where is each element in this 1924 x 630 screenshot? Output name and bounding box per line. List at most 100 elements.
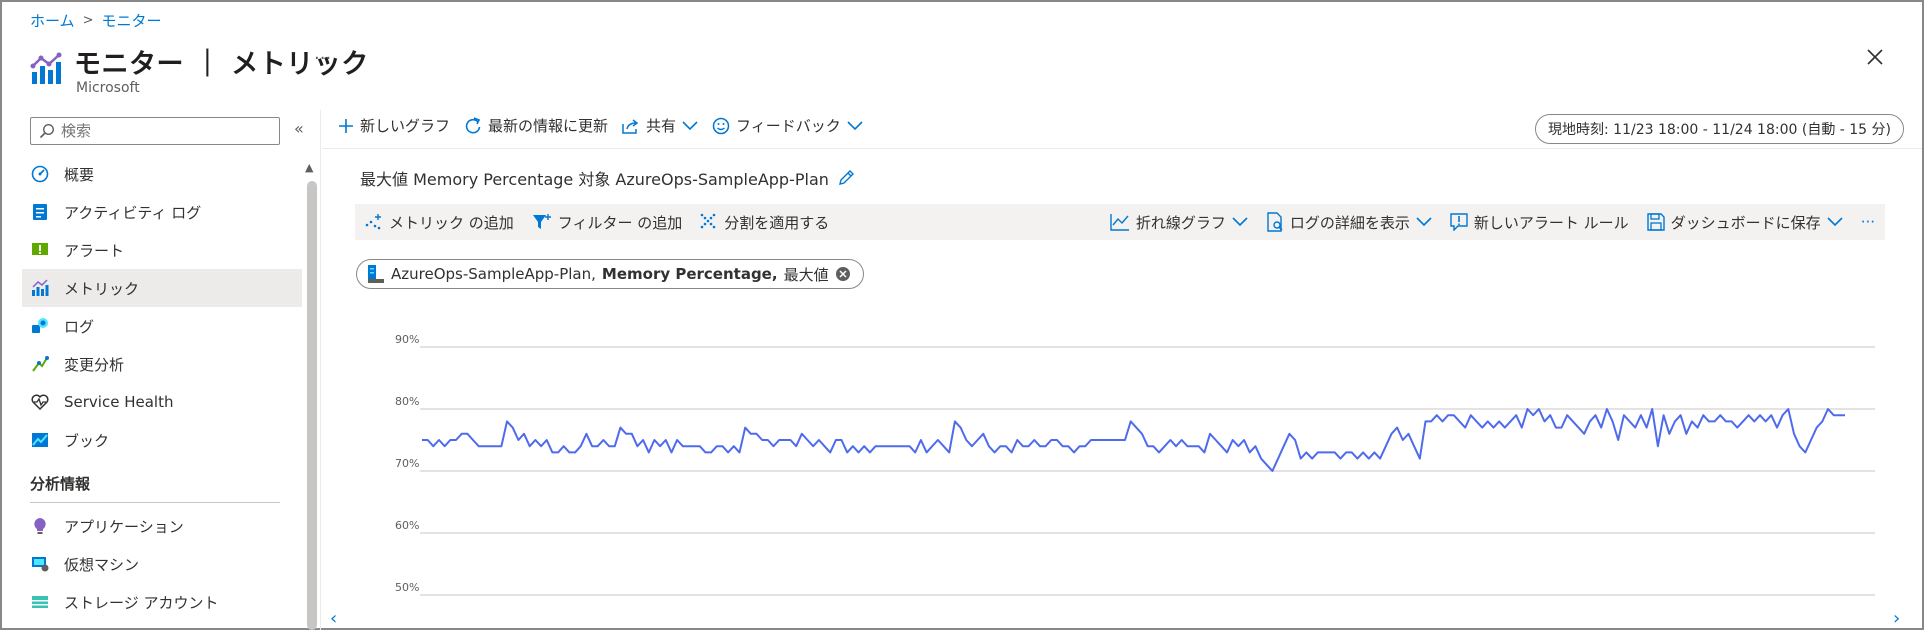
sidebar-section-insights: 分析情報 [30, 459, 280, 503]
chevron-down-icon [1416, 217, 1432, 227]
filter-icon [532, 214, 551, 229]
chart-type-label: 折れ線グラフ [1135, 213, 1226, 232]
feedback-button[interactable]: フィードバック [712, 115, 863, 136]
sidebar-item-storage-accounts[interactable]: ストレージ アカウント [22, 583, 302, 621]
sidebar-item-label: 変更分析 [64, 355, 125, 374]
activity-log-icon [30, 202, 50, 222]
chart-title: 最大値 Memory Percentage 対象 AzureOps-Sample… [360, 166, 855, 190]
sidebar-nav: 概要 アクティビティ ログ アラート メトリック ログ 変更分析 Service… [22, 155, 302, 621]
y-tick-label: 50% [395, 581, 419, 594]
alert-rule-icon [1450, 213, 1468, 231]
scroll-up-arrow[interactable]: ▲ [305, 161, 313, 174]
sidebar-item-label: 概要 [64, 165, 95, 184]
add-filter-button[interactable]: フィルター の追加 [532, 212, 682, 233]
sidebar-item-label: アラート [64, 241, 125, 260]
chart-pan-left-arrow[interactable]: ‹ [330, 608, 337, 629]
line-chart-icon [1110, 214, 1129, 231]
sidebar-item-workbooks[interactable]: ブック [22, 421, 302, 459]
y-tick-label: 90% [395, 333, 419, 346]
memory-percentage-series-line [422, 408, 1845, 472]
refresh-button[interactable]: 最新の情報に更新 [464, 115, 608, 136]
collapse-sidebar-button[interactable]: « [294, 119, 304, 138]
sidebar-item-label: 仮想マシン [64, 555, 140, 574]
chart-toolbar: メトリック の追加 フィルター の追加 分割を適用する 折れ線グラフ ログの詳細… [355, 204, 1885, 240]
main-toolbar: 新しいグラフ 最新の情報に更新 共有 フィードバック [338, 115, 863, 136]
sidebar-item-label: メトリック [64, 279, 140, 298]
y-tick-label: 60% [395, 519, 419, 532]
sidebar-item-service-health[interactable]: Service Health [22, 383, 302, 421]
search-box[interactable] [30, 117, 280, 145]
close-icon[interactable] [1866, 48, 1884, 66]
breadcrumb-home-link[interactable]: ホーム [30, 10, 75, 31]
vm-icon [30, 554, 50, 574]
alert-icon [30, 240, 50, 260]
chart-pan-right-arrow[interactable]: › [1893, 608, 1900, 629]
sidebar-item-label: ブック [64, 431, 110, 450]
chart-type-button[interactable]: 折れ線グラフ [1110, 212, 1248, 233]
sidebar-item-label: ログ [64, 317, 95, 336]
sidebar-item-label: アプリケーション [64, 517, 184, 536]
new-alert-rule-label: 新しいアラート ルール [1473, 213, 1629, 232]
chevron-down-icon [682, 120, 698, 130]
workbooks-icon [30, 430, 50, 450]
metric-pill[interactable]: AzureOps-SampleApp-Plan, Memory Percenta… [356, 259, 864, 289]
sidebar-item-virtual-machines[interactable]: 仮想マシン [22, 545, 302, 583]
sidebar-item-applications[interactable]: アプリケーション [22, 507, 302, 545]
service-health-icon [30, 392, 50, 412]
remove-metric-icon[interactable] [835, 266, 851, 282]
log-details-icon [1267, 212, 1283, 232]
save-to-dashboard-button[interactable]: ダッシュボードに保存 [1646, 212, 1843, 233]
logs-icon [30, 316, 50, 336]
page-subtitle: Microsoft [76, 80, 140, 96]
chevron-down-icon [847, 120, 863, 130]
sidebar-item-activity-log[interactable]: アクティビティ ログ [22, 193, 302, 231]
save-to-dashboard-label: ダッシュボードに保存 [1670, 213, 1821, 232]
new-chart-button[interactable]: 新しいグラフ [338, 115, 450, 136]
toolbar-divider [322, 148, 1922, 149]
app-service-plan-icon [368, 265, 384, 283]
new-alert-rule-button[interactable]: 新しいアラート ルール [1450, 212, 1629, 233]
chevron-down-icon [1827, 217, 1843, 227]
panel-divider [320, 110, 321, 630]
y-tick-label: 80% [395, 395, 419, 408]
apply-splitting-button[interactable]: 分割を適用する [700, 212, 829, 233]
sidebar-item-change-analysis[interactable]: 変更分析 [22, 345, 302, 383]
view-logs-button[interactable]: ログの詳細を表示 [1266, 212, 1432, 233]
metrics-icon [30, 278, 50, 298]
breadcrumb: ホーム > モニター [30, 10, 161, 31]
metric-pill-resource: AzureOps-SampleApp-Plan, [391, 265, 596, 283]
split-icon [700, 213, 716, 229]
add-metric-icon [365, 214, 381, 230]
metric-pill-metric: Memory Percentage, [601, 265, 778, 283]
breadcrumb-monitor-link[interactable]: モニター [101, 10, 161, 31]
add-metric-button[interactable]: メトリック の追加 [365, 212, 514, 233]
sidebar-item-alerts[interactable]: アラート [22, 231, 302, 269]
feedback-label: フィードバック [736, 117, 841, 135]
sidebar-item-logs[interactable]: ログ [22, 307, 302, 345]
share-label: 共有 [646, 117, 677, 135]
sidebar-item-overview[interactable]: 概要 [22, 155, 302, 193]
metric-pill-aggregation: 最大値 [783, 265, 829, 284]
share-button[interactable]: 共有 [622, 115, 698, 136]
storage-icon [30, 592, 50, 612]
chart-title-text: 最大値 Memory Percentage 対象 AzureOps-Sample… [360, 170, 829, 189]
sidebar-item-label: アクティビティ ログ [64, 203, 202, 222]
sidebar-item-metrics[interactable]: メトリック [22, 269, 302, 307]
search-icon [39, 123, 55, 139]
chevron-down-icon [1232, 217, 1248, 227]
edit-pencil-icon[interactable] [837, 169, 855, 187]
sidebar-item-label: Service Health [64, 393, 174, 411]
search-input[interactable] [61, 122, 261, 140]
more-options-button[interactable]: ··· [314, 48, 331, 69]
metric-line-chart[interactable]: 90% 80% 70% 60% 50% [380, 330, 1880, 620]
breadcrumb-separator: > [82, 13, 94, 28]
chart-more-button[interactable]: ··· [1861, 213, 1875, 231]
add-filter-label: フィルター の追加 [557, 213, 683, 232]
refresh-label: 最新の情報に更新 [488, 117, 609, 135]
sidebar-scrollbar[interactable] [307, 181, 317, 630]
smile-icon [712, 117, 730, 134]
new-chart-label: 新しいグラフ [360, 117, 451, 135]
time-range-picker[interactable]: 現地時刻: 11/23 18:00 - 11/24 18:00 (自動 - 15… [1535, 114, 1904, 144]
overview-icon [30, 164, 50, 184]
plus-icon [339, 118, 353, 133]
